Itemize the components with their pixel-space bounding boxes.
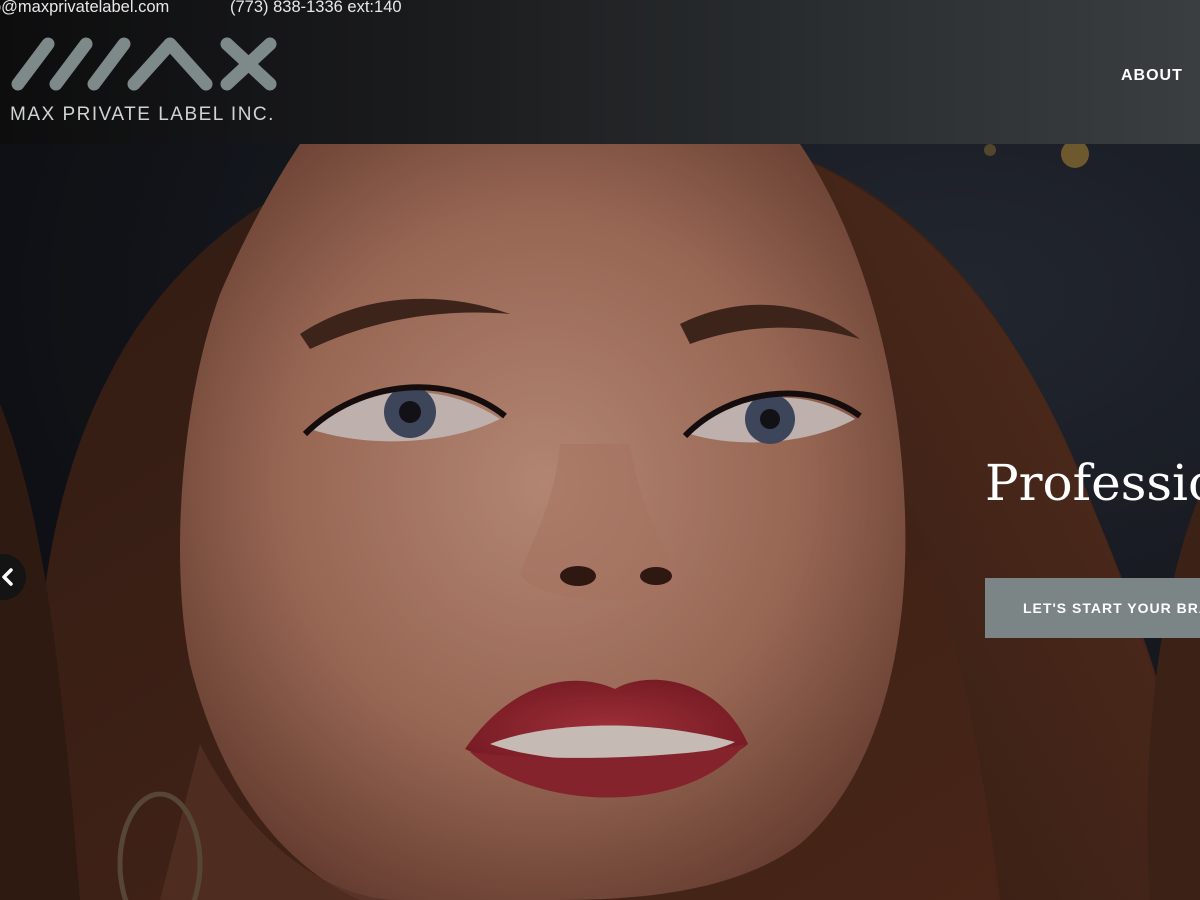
- max-logo-mark: [11, 37, 277, 91]
- hero-overlay: [0, 144, 1200, 900]
- hero-heading: Professio: [985, 454, 1200, 512]
- nav-item-about[interactable]: ABOUT: [1121, 67, 1183, 85]
- hero-slider: Professio LET'S START YOUR BRA: [0, 144, 1200, 900]
- site-logo[interactable]: MAX PRIVATE LABEL INC.: [10, 32, 285, 128]
- chevron-left-icon: [2, 568, 13, 586]
- start-brand-button[interactable]: LET'S START YOUR BRA: [985, 578, 1200, 638]
- logo-wordmark: MAX PRIVATE LABEL INC.: [10, 104, 275, 125]
- site-header: o@maxprivatelabel.com (773) 838-1336 ext…: [0, 0, 1200, 144]
- page: o@maxprivatelabel.com (773) 838-1336 ext…: [0, 0, 1200, 900]
- contact-email[interactable]: o@maxprivatelabel.com: [0, 0, 169, 16]
- contact-bar: o@maxprivatelabel.com (773) 838-1336 ext…: [0, 0, 402, 20]
- contact-phone[interactable]: (773) 838-1336 ext:140: [230, 0, 402, 17]
